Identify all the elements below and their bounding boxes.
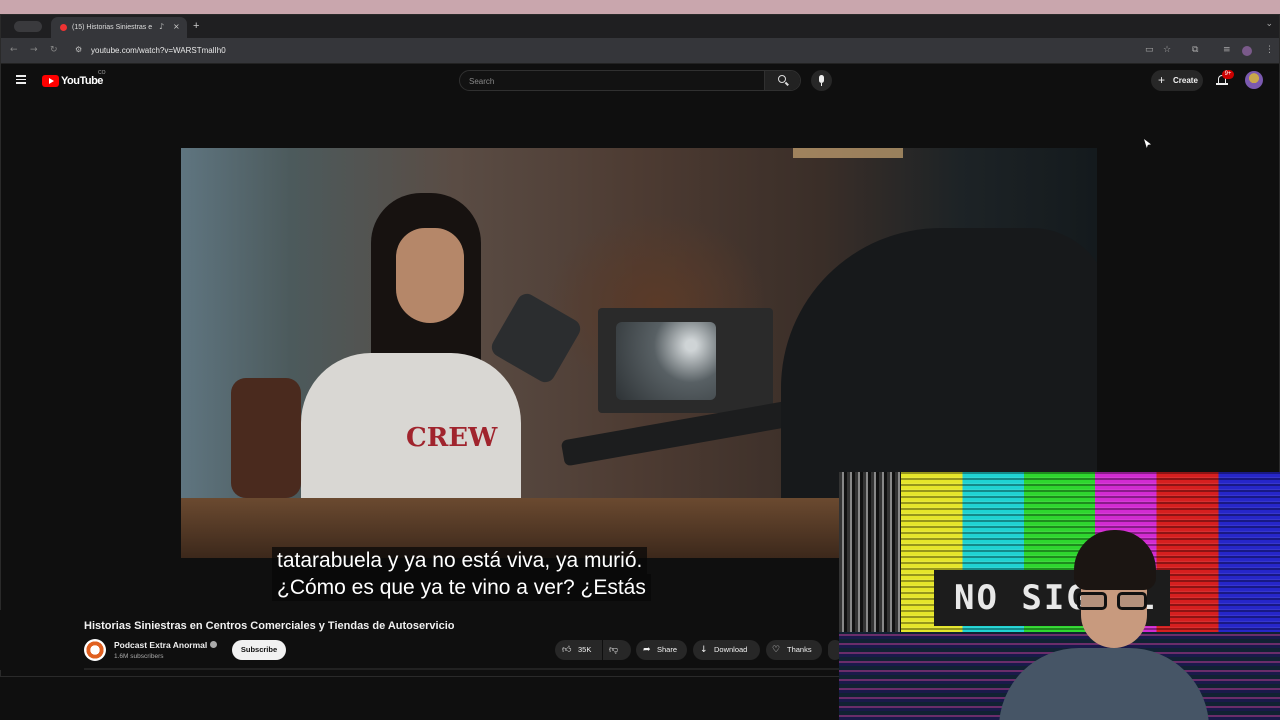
- share-button[interactable]: ➦ Share: [636, 640, 687, 660]
- macos-menu-bar: [0, 0, 1280, 14]
- download-icon: ↓: [700, 645, 708, 655]
- site-info-icon[interactable]: ⚙: [75, 45, 85, 55]
- youtube-favicon: [60, 24, 67, 31]
- lamp-shade: [793, 148, 903, 158]
- logo-text: YouTube: [61, 75, 103, 87]
- share-label: Share: [657, 645, 678, 654]
- verified-icon: [210, 641, 217, 648]
- kebab-menu-icon[interactable]: ⋮: [1265, 44, 1274, 56]
- video-title: Historias Siniestras en Centros Comercia…: [84, 620, 455, 632]
- tab-search-icon[interactable]: ⌄: [1265, 19, 1273, 29]
- url-field[interactable]: youtube.com/watch?v=WARSTmalIh0: [91, 45, 226, 56]
- tab-strip: (15) Historias Siniestras e ♪ × + ⌄: [1, 15, 1279, 38]
- mic-icon: [819, 75, 824, 83]
- star-icon[interactable]: ☆: [1163, 44, 1171, 56]
- dislike-button[interactable]: 👎︎: [603, 640, 631, 660]
- share-icon: ➦: [643, 645, 651, 655]
- channel-name[interactable]: Podcast Extra Anormal: [114, 640, 207, 651]
- glasses: [1077, 592, 1151, 612]
- like-button[interactable]: 👍︎ 35K: [555, 640, 602, 660]
- download-label: Download: [714, 645, 748, 654]
- caption-line-2: ¿Cómo es que ya te vino a ver? ¿Estás: [272, 574, 651, 601]
- dislike-icon: 👎︎: [609, 645, 619, 655]
- plus-icon[interactable]: +: [193, 19, 199, 33]
- channel-avatar[interactable]: [84, 639, 106, 661]
- voice-search-button[interactable]: [811, 70, 832, 91]
- avatar[interactable]: [1245, 71, 1263, 89]
- subscriber-count: 1.6M subscribers: [114, 653, 164, 660]
- tab-youtube[interactable]: (15) Historias Siniestras e ♪ ×: [51, 17, 187, 38]
- cast-icon[interactable]: ▭: [1145, 44, 1154, 56]
- youtube-header: YouTube CO + Create 9+: [1, 65, 1279, 97]
- caption-line-1: tatarabuela y ya no está viva, ya murió.: [272, 547, 648, 574]
- thanks-button[interactable]: ♡ Thanks: [766, 640, 822, 660]
- streamer-webcam: [999, 530, 1209, 720]
- notification-badge: 9+: [1222, 70, 1234, 79]
- download-button[interactable]: ↓ Download: [693, 640, 760, 660]
- search-input[interactable]: [469, 74, 759, 88]
- create-button[interactable]: + Create: [1151, 70, 1203, 91]
- reload-icon[interactable]: ↻: [50, 44, 58, 56]
- page-divider: [84, 668, 844, 670]
- search-button[interactable]: [764, 71, 800, 90]
- search-box: [459, 70, 801, 91]
- tab-group-indicator[interactable]: [14, 21, 42, 32]
- chair: [231, 378, 301, 498]
- like-count: 35K: [578, 645, 592, 654]
- like-icon: 👍︎: [562, 645, 572, 655]
- search-icon: [778, 75, 786, 83]
- reading-list-icon[interactable]: ≡: [1223, 44, 1231, 56]
- profile-icon[interactable]: [1242, 46, 1252, 56]
- subscribe-button[interactable]: Subscribe: [232, 640, 286, 660]
- shirt-print: CREW: [406, 423, 498, 453]
- mouse-cursor: [1144, 139, 1151, 148]
- video-captions: tatarabuela y ya no está viva, ya murió.…: [272, 547, 651, 601]
- close-icon[interactable]: ×: [173, 21, 180, 33]
- tab-title: (15) Historias Siniestras e: [72, 24, 153, 31]
- webcam-overlay: NO SIGNAL: [839, 472, 1280, 720]
- extensions-icon[interactable]: ⧉: [1192, 44, 1198, 56]
- thanks-icon: ♡: [772, 645, 781, 655]
- vintage-tv: [598, 308, 773, 413]
- youtube-play-icon: [42, 75, 59, 87]
- address-bar: ← → ↻ ⚙ youtube.com/watch?v=WARSTmalIh0 …: [1, 38, 1279, 64]
- forward-icon[interactable]: →: [30, 44, 38, 56]
- thanks-label: Thanks: [787, 645, 812, 654]
- back-icon[interactable]: ←: [10, 44, 18, 56]
- audio-icon[interactable]: ♪: [159, 21, 164, 33]
- create-label: Create: [1173, 76, 1198, 85]
- menu-icon[interactable]: [16, 75, 26, 84]
- logo-country: CO: [98, 70, 106, 76]
- plus-icon: +: [1158, 73, 1166, 87]
